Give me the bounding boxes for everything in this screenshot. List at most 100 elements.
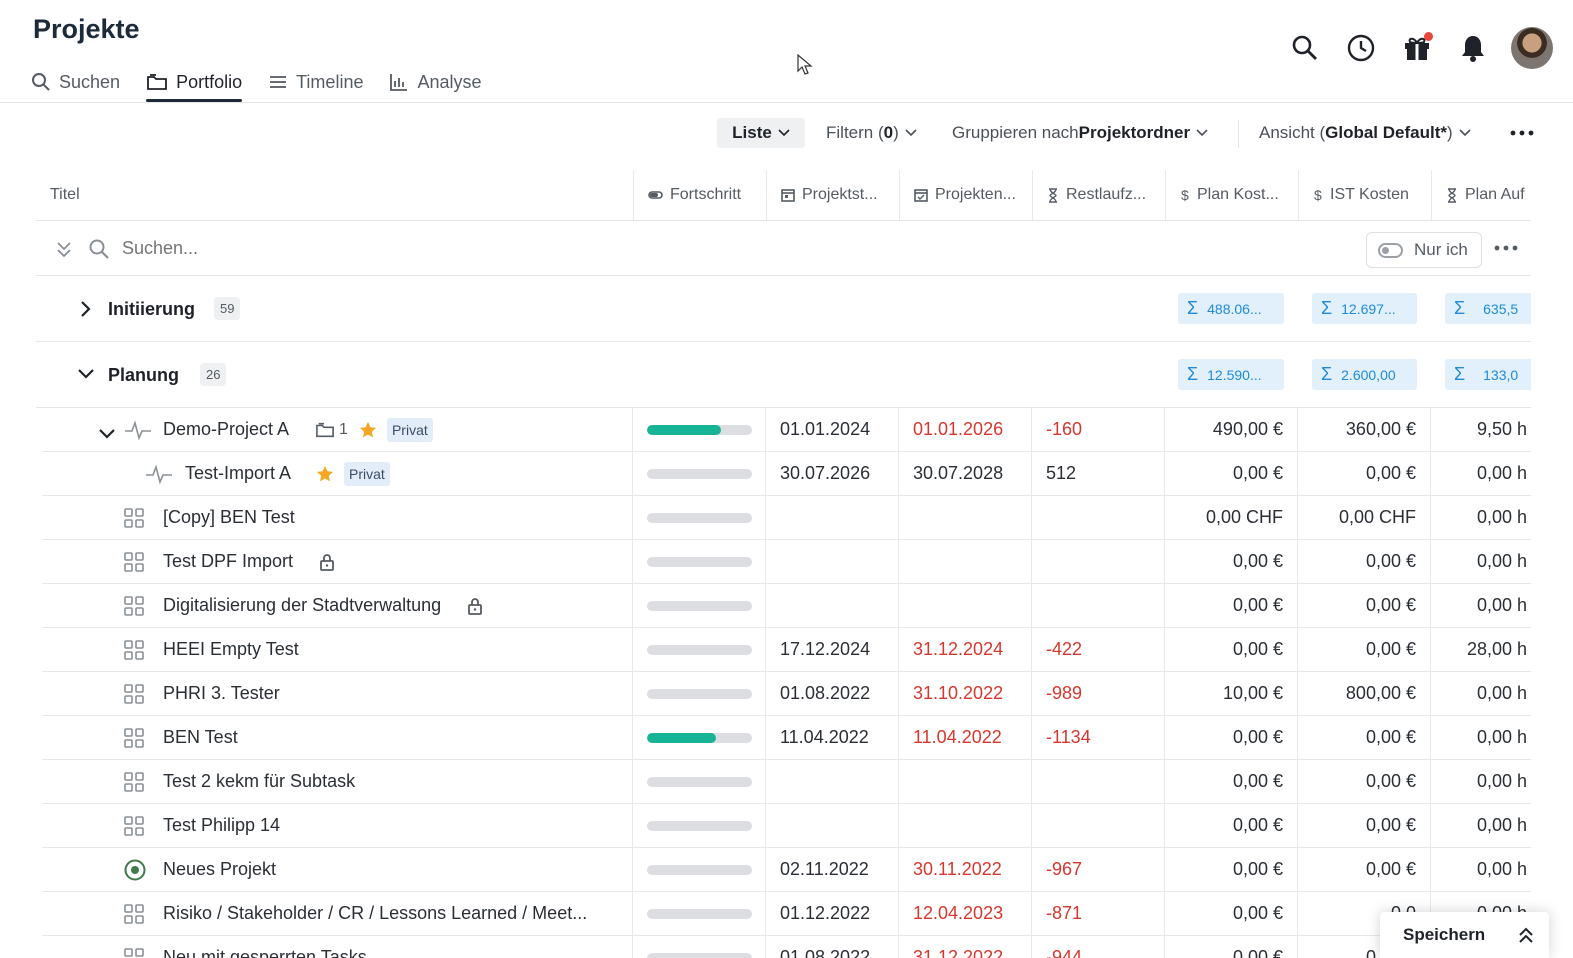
end-date-cell[interactable] bbox=[913, 540, 1031, 583]
end-date-cell[interactable]: 31.10.2022 bbox=[913, 672, 1031, 715]
favorite-star[interactable] bbox=[316, 465, 334, 483]
start-date-cell[interactable]: 17.12.2024 bbox=[780, 628, 898, 671]
project-title-cell[interactable]: Test DPF Import bbox=[163, 540, 632, 583]
plan-effort-cell[interactable]: 0,00 h bbox=[1430, 452, 1531, 495]
avatar[interactable] bbox=[1511, 27, 1553, 69]
search-icon[interactable] bbox=[1283, 26, 1327, 70]
collapse-all-icon[interactable] bbox=[56, 241, 72, 259]
plan-cost-cell[interactable]: 0,00 € bbox=[1164, 540, 1297, 583]
plan-cost-cell[interactable]: 0,00 € bbox=[1164, 936, 1297, 958]
plan-effort-cell[interactable]: 0,00 h bbox=[1430, 672, 1531, 715]
plan-effort-cell[interactable]: 9,50 h bbox=[1430, 408, 1531, 451]
plan-cost-cell[interactable]: 0,00 € bbox=[1164, 804, 1297, 847]
project-name[interactable]: Test Philipp 14 bbox=[163, 815, 280, 836]
project-title-cell[interactable]: Test 2 kekm für Subtask bbox=[163, 760, 632, 803]
end-date-cell[interactable]: 30.07.2028 bbox=[913, 452, 1031, 495]
project-name[interactable]: Test-Import A bbox=[185, 463, 291, 484]
plan-cost-cell[interactable]: 0,00 € bbox=[1164, 584, 1297, 627]
table-row[interactable]: Test 2 kekm für Subtask 0,00 € 0,00 € 0,00 … bbox=[42, 760, 1531, 804]
start-date-cell[interactable] bbox=[780, 496, 898, 539]
project-name[interactable]: Risiko / Stakeholder / CR / Lessons Lear… bbox=[163, 903, 587, 924]
view-mode-dropdown[interactable]: Liste bbox=[717, 118, 805, 148]
end-date-cell[interactable]: 11.04.2022 bbox=[913, 716, 1031, 759]
table-row[interactable]: Neu mit gesperrten Tasks 01.08.2022 31.12.… bbox=[42, 936, 1531, 958]
plan-effort-cell[interactable]: 0,00 h bbox=[1430, 496, 1531, 539]
column-header-plan-effort[interactable]: Plan Auf bbox=[1431, 170, 1531, 220]
project-name[interactable]: Test DPF Import bbox=[163, 551, 293, 572]
filter-button[interactable]: Filtern (0) bbox=[826, 118, 917, 148]
plan-effort-cell[interactable]: 0,00 h bbox=[1430, 540, 1531, 583]
star-icon[interactable] bbox=[359, 421, 377, 439]
end-date-cell[interactable] bbox=[913, 496, 1031, 539]
only-me-toggle[interactable]: Nur ich bbox=[1366, 232, 1482, 268]
column-header-title[interactable]: Titel bbox=[36, 170, 633, 220]
table-row[interactable]: HEEI Empty Test 17.12.2024 31.12.2024 -422 0… bbox=[42, 628, 1531, 672]
plan-effort-cell[interactable]: 0,00 h bbox=[1430, 848, 1531, 891]
end-date-cell[interactable]: 30.11.2022 bbox=[913, 848, 1031, 891]
remaining-cell[interactable]: 512 bbox=[1046, 452, 1164, 495]
end-date-cell[interactable] bbox=[913, 760, 1031, 803]
column-header-actual-cost[interactable]: $ IST Kosten bbox=[1298, 170, 1431, 220]
actual-cost-cell[interactable]: 0,00 € bbox=[1297, 716, 1430, 759]
project-name[interactable]: HEEI Empty Test bbox=[163, 639, 299, 660]
plan-effort-cell[interactable]: 28,00 h bbox=[1430, 628, 1531, 671]
remaining-cell[interactable]: -871 bbox=[1046, 892, 1164, 935]
plan-cost-cell[interactable]: 0,00 € bbox=[1164, 452, 1297, 495]
project-title-cell[interactable]: Digitalisierung der Stadtverwaltung bbox=[163, 584, 632, 627]
subfolder-count[interactable]: 1 bbox=[315, 421, 348, 439]
group-row[interactable]: Initiierung 59 Σ 488.06... Σ 12.697... Σ 63… bbox=[36, 276, 1531, 342]
table-row[interactable]: Test Philipp 14 0,00 € 0,00 € 0,00 h bbox=[42, 804, 1531, 848]
project-name[interactable]: BEN Test bbox=[163, 727, 238, 748]
column-header-progress[interactable]: Fortschritt bbox=[633, 170, 766, 220]
column-header-end[interactable]: Projekten... bbox=[899, 170, 1032, 220]
actual-cost-cell[interactable]: 0,00 € bbox=[1297, 584, 1430, 627]
start-date-cell[interactable] bbox=[780, 760, 898, 803]
project-title-cell[interactable]: BEN Test bbox=[163, 716, 632, 759]
remaining-cell[interactable] bbox=[1046, 496, 1164, 539]
plan-effort-cell[interactable]: 0,00 h bbox=[1430, 716, 1531, 759]
column-header-start[interactable]: Projektst... bbox=[766, 170, 899, 220]
start-date-cell[interactable] bbox=[780, 584, 898, 627]
bell-icon[interactable] bbox=[1451, 26, 1495, 70]
table-row[interactable]: PHRI 3. Tester 01.08.2022 31.10.2022 -989 10… bbox=[42, 672, 1531, 716]
project-title-cell[interactable]: Test-Import A Privat bbox=[185, 452, 632, 495]
end-date-cell[interactable]: 01.01.2026 bbox=[913, 408, 1031, 451]
table-row[interactable]: Test DPF Import 0,00 € 0,00 € 0,00 h bbox=[42, 540, 1531, 584]
plan-effort-cell[interactable]: 0,00 h bbox=[1430, 760, 1531, 803]
start-date-cell[interactable]: 30.07.2026 bbox=[780, 452, 898, 495]
favorite-star[interactable] bbox=[359, 421, 377, 439]
start-date-cell[interactable]: 11.04.2022 bbox=[780, 716, 898, 759]
project-name[interactable]: Neues Projekt bbox=[163, 859, 276, 880]
actual-cost-cell[interactable]: 0,00 € bbox=[1297, 628, 1430, 671]
remaining-cell[interactable]: -422 bbox=[1046, 628, 1164, 671]
tab-analyse[interactable]: Analyse bbox=[389, 62, 482, 102]
table-row[interactable]: [Copy] BEN Test 0,00 CHF 0,00 CHF 0,00 h bbox=[42, 496, 1531, 540]
project-title-cell[interactable]: Test Philipp 14 bbox=[163, 804, 632, 847]
plan-effort-cell[interactable]: 0,00 h bbox=[1430, 584, 1531, 627]
end-date-cell[interactable]: 31.12.2024 bbox=[913, 628, 1031, 671]
gift-icon[interactable] bbox=[1395, 26, 1439, 70]
remaining-cell[interactable]: -160 bbox=[1046, 408, 1164, 451]
project-name[interactable]: Digitalisierung der Stadtverwaltung bbox=[163, 595, 441, 616]
project-name[interactable]: Demo-Project A bbox=[163, 419, 289, 440]
actual-cost-cell[interactable]: 0,00 € bbox=[1297, 540, 1430, 583]
project-name[interactable]: [Copy] BEN Test bbox=[163, 507, 295, 528]
actual-cost-cell[interactable]: 800,00 € bbox=[1297, 672, 1430, 715]
project-name[interactable]: Test 2 kekm für Subtask bbox=[163, 771, 355, 792]
chevron-right-icon[interactable] bbox=[80, 300, 92, 318]
actual-cost-cell[interactable]: 0,00 CHF bbox=[1297, 496, 1430, 539]
actual-cost-cell[interactable]: 0,00 € bbox=[1297, 804, 1430, 847]
project-title-cell[interactable]: HEEI Empty Test bbox=[163, 628, 632, 671]
table-row[interactable]: Risiko / Stakeholder / CR / Lessons Lear… bbox=[42, 892, 1531, 936]
table-row[interactable]: BEN Test 11.04.2022 11.04.2022 -1134 0,00 € 0… bbox=[42, 716, 1531, 760]
table-row[interactable]: Test-Import A Privat 30.07.2026 30.07.2028 5… bbox=[42, 452, 1531, 496]
start-date-cell[interactable]: 01.08.2022 bbox=[780, 936, 898, 958]
column-header-plan-cost[interactable]: $ Plan Kost... bbox=[1165, 170, 1298, 220]
column-header-remaining[interactable]: Restlaufz... bbox=[1032, 170, 1165, 220]
actual-cost-cell[interactable]: 0,00 € bbox=[1297, 760, 1430, 803]
plan-cost-cell[interactable]: 0,00 € bbox=[1164, 716, 1297, 759]
view-button[interactable]: Ansicht (Global Default*) bbox=[1259, 118, 1471, 148]
group-by-button[interactable]: Gruppieren nach Projektordner bbox=[952, 118, 1208, 148]
project-title-cell[interactable]: Neu mit gesperrten Tasks bbox=[163, 936, 632, 958]
plan-cost-cell[interactable]: 0,00 € bbox=[1164, 628, 1297, 671]
